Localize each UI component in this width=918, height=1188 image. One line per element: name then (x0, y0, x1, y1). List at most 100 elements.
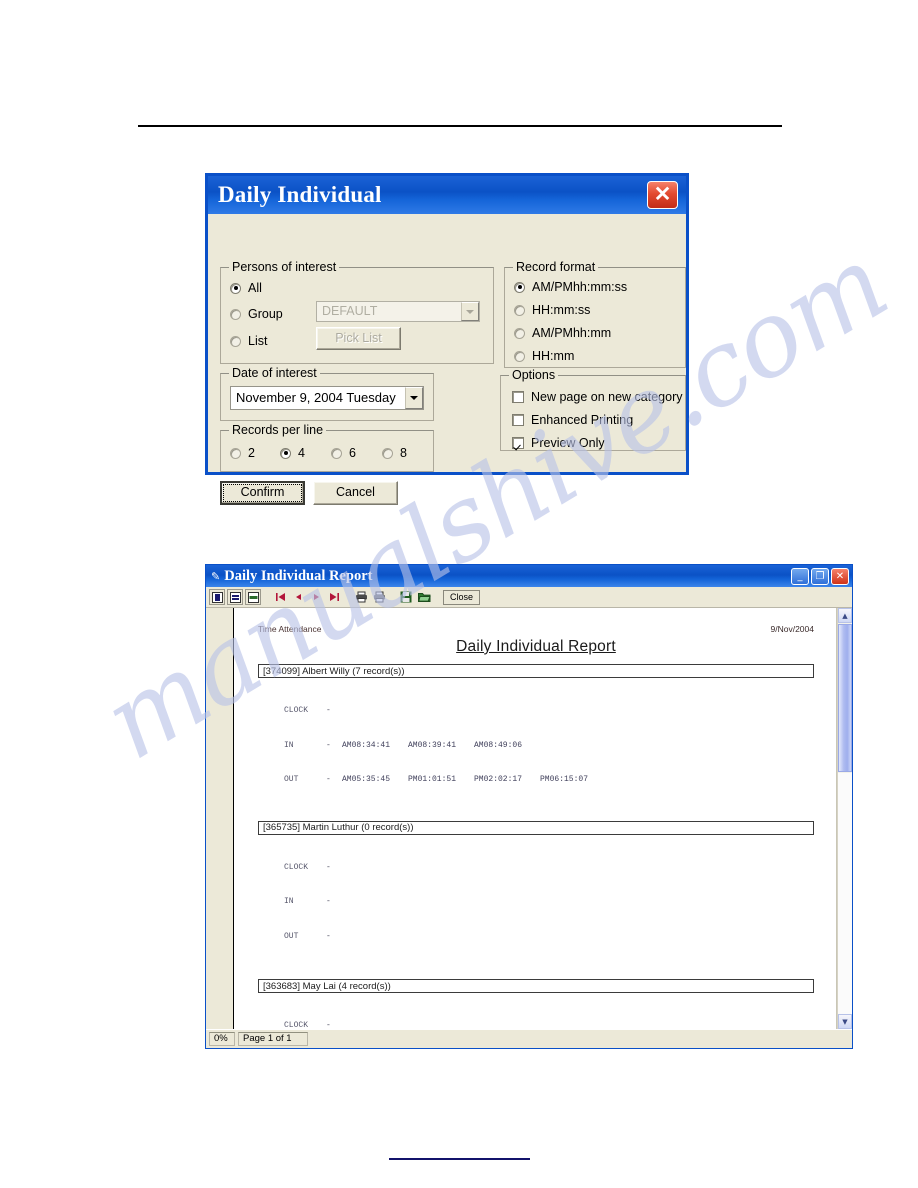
close-report-label: Close (450, 592, 474, 602)
radio-label: List (248, 334, 268, 348)
radio-persons-all[interactable]: All (230, 281, 262, 295)
close-icon[interactable]: ✕ (831, 567, 849, 585)
dialog-title: Daily Individual (218, 182, 382, 207)
status-zoom: 0% (209, 1031, 235, 1046)
clock-row: CLOCK - (284, 705, 814, 717)
last-page-icon[interactable] (326, 589, 342, 605)
radio-label: Group (248, 307, 283, 321)
report-toolbar: Close (206, 587, 852, 608)
radio-records-2[interactable]: 2 (230, 446, 255, 460)
radio-indicator (514, 281, 525, 293)
radio-indicator (280, 447, 291, 459)
report-icon: ✎ (211, 569, 221, 583)
out-row: OUT - (284, 931, 814, 943)
out-row-dash: - (326, 775, 331, 784)
radio-indicator (230, 447, 241, 459)
clock-row: CLOCK - (284, 862, 814, 874)
first-page-icon[interactable] (272, 589, 288, 605)
report-page-header: Time Attendance 9/Nov/2004 (258, 624, 814, 634)
whole-page-view-icon[interactable] (209, 589, 225, 605)
clock-row-dash: - (326, 862, 331, 872)
options-legend: Options (509, 368, 559, 382)
group-select-value: DEFAULT (322, 304, 378, 318)
dialog-title-bar: Daily Individual ✕ (205, 173, 689, 214)
time-value: AM08:34:41 (342, 740, 391, 750)
employee-clock-block: CLOCK - IN - OUT - (284, 839, 814, 966)
checkbox-label: New page on new category (531, 390, 683, 404)
scroll-up-icon[interactable]: ▲ (838, 608, 852, 623)
report-title: Daily Individual Report (456, 638, 616, 655)
radio-indicator (230, 308, 241, 320)
out-row-dash: - (326, 931, 331, 941)
save-icon[interactable] (398, 589, 414, 605)
chevron-down-icon[interactable] (405, 387, 423, 409)
employee-clock-block: CLOCK - IN - AM08:34:41 AM08:39:41 AM08:49:06… (284, 682, 814, 809)
radio-label: 4 (298, 446, 305, 460)
status-page: Page 1 of 1 (238, 1031, 308, 1046)
radio-label: HH:mm (532, 349, 575, 363)
out-row-label: OUT (284, 931, 299, 941)
scrollbar-thumb[interactable] (838, 624, 852, 772)
dialog-body: Persons of interest All Group List DEFAU… (208, 217, 686, 505)
date-picker-value: November 9, 2004 Tuesday (236, 390, 396, 405)
report-preview-window: ✎ Daily Individual Report _ ❐ ✕ Close Ti… (205, 564, 853, 1049)
confirm-button[interactable]: Confirm (220, 481, 305, 505)
cancel-button[interactable]: Cancel (313, 481, 398, 505)
checkbox-preview-only[interactable]: Preview Only (512, 436, 605, 450)
radio-persons-list[interactable]: List (230, 334, 267, 348)
radio-indicator (514, 304, 525, 316)
radio-indicator (331, 447, 342, 459)
radio-records-4[interactable]: 4 (280, 446, 305, 460)
date-picker[interactable]: November 9, 2004 Tuesday (230, 386, 424, 410)
time-value: AM05:35:45 (342, 775, 391, 784)
minimize-icon[interactable]: _ (791, 567, 809, 585)
group-select[interactable]: DEFAULT (316, 301, 480, 322)
open-icon[interactable] (416, 589, 432, 605)
radio-records-6[interactable]: 6 (331, 446, 356, 460)
chevron-down-icon[interactable] (461, 302, 479, 321)
out-row: OUT - AM05:35:45 PM01:01:51 PM02:02:17 PM06:1… (284, 774, 814, 786)
radio-label: 6 (349, 446, 356, 460)
report-window-title-bar: ✎ Daily Individual Report _ ❐ ✕ (206, 565, 852, 587)
checkbox-enhanced-printing[interactable]: Enhanced Printing (512, 413, 633, 427)
radio-records-8[interactable]: 8 (382, 446, 407, 460)
zoom-view-icon[interactable] (245, 589, 261, 605)
radio-format-ampm-hhmm[interactable]: AM/PMhh:mm (514, 326, 611, 340)
time-value: PM02:02:17 (474, 775, 523, 784)
checkbox-indicator (512, 437, 524, 449)
time-value: PM01:01:51 (408, 775, 457, 784)
clock-row-dash: - (326, 1021, 331, 1029)
print-setup-icon[interactable] (371, 589, 387, 605)
employee-header-row: [374099] Albert Willy (7 record(s)) (258, 664, 814, 678)
radio-label: 8 (400, 446, 407, 460)
restore-icon[interactable]: ❐ (811, 567, 829, 585)
radio-persons-group[interactable]: Group (230, 307, 283, 321)
report-window-title: Daily Individual Report (224, 567, 373, 584)
scroll-down-icon[interactable]: ▼ (838, 1014, 852, 1029)
page-header-rule (138, 125, 782, 127)
checkbox-indicator (512, 391, 524, 403)
radio-format-ampm-hhmmss[interactable]: AM/PMhh:mm:ss (514, 280, 627, 294)
checkbox-new-page-on-new-category[interactable]: New page on new category (512, 390, 682, 404)
close-report-button[interactable]: Close (443, 589, 481, 605)
in-row-dash: - (326, 897, 331, 906)
employee-header-label: [374099] Albert Willy (7 record(s)) (263, 665, 405, 677)
radio-indicator (382, 447, 393, 459)
previous-page-icon[interactable] (290, 589, 306, 605)
radio-format-hh-mm[interactable]: HH:mm (514, 349, 574, 363)
report-vertical-scrollbar[interactable]: ▲ ▼ (837, 608, 852, 1029)
radio-indicator (230, 282, 241, 294)
print-icon[interactable] (353, 589, 369, 605)
close-icon[interactable]: ✕ (647, 181, 678, 209)
radio-format-hh-mmss[interactable]: HH:mm:ss (514, 303, 590, 317)
page-width-view-icon[interactable] (227, 589, 243, 605)
pick-list-button[interactable]: Pick List (316, 327, 401, 350)
next-page-icon[interactable] (308, 589, 324, 605)
scrollbar-track[interactable] (838, 773, 852, 1014)
in-row-label: IN (284, 897, 294, 906)
radio-indicator (514, 327, 525, 339)
page-left-margin (206, 608, 234, 1029)
page-footer-rule (389, 1158, 530, 1160)
employee-clock-block: CLOCK- IN-AM08:39:52PM02:05:29 OUT-PM01:… (284, 997, 814, 1029)
out-row-label: OUT (284, 775, 299, 784)
